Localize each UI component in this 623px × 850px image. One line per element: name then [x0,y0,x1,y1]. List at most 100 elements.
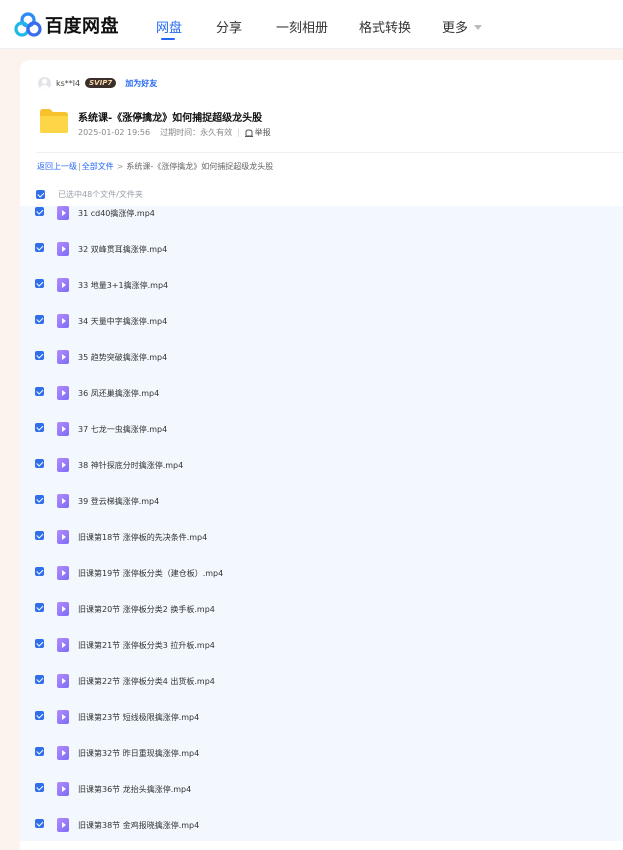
file-row[interactable]: 39 登云梯擒涨停.mp4 [20,494,623,531]
file-row[interactable]: 旧课第32节 昨日重现擒涨停.mp4 [20,746,623,783]
breadcrumb-current: 系统课-《涨停擒龙》如何捕捉超级龙头股 [126,162,274,171]
file-checkbox[interactable] [35,603,44,612]
file-row[interactable]: 旧课第19节 涨停板分类（建仓板）.mp4 [20,566,623,603]
file-checkbox[interactable] [35,387,44,396]
avatar[interactable] [38,76,51,90]
file-row[interactable]: 35 趋势突破擒涨停.mp4 [20,350,623,387]
file-name[interactable]: 旧课第18节 涨停板的先决条件.mp4 [78,532,207,543]
report-icon [244,128,253,137]
select-all-row: 已选中48个文件/文件夹 [36,189,143,200]
nav-share[interactable]: 分享 [216,17,242,36]
video-icon [57,746,69,760]
breadcrumb: 返回上一级|全部文件 > 系统课-《涨停擒龙》如何捕捉超级龙头股 [37,161,273,172]
file-row[interactable]: 旧课第21节 涨停板分类3 拉升板.mp4 [20,638,623,675]
file-checkbox[interactable] [35,567,44,576]
file-checkbox[interactable] [35,711,44,720]
file-row[interactable]: 34 天量中字擒涨停.mp4 [20,314,623,351]
file-row[interactable]: 38 神针探底分时擒涨停.mp4 [20,458,623,495]
file-name[interactable]: 35 趋势突破擒涨停.mp4 [78,352,167,363]
file-name[interactable]: 36 凤还巢擒涨停.mp4 [78,388,159,399]
file-checkbox[interactable] [35,783,44,792]
divider [36,152,623,153]
file-name[interactable]: 旧课第23节 短线极限擒涨停.mp4 [78,712,199,723]
file-checkbox[interactable] [35,639,44,648]
file-checkbox[interactable] [35,495,44,504]
nav-format-convert[interactable]: 格式转换 [359,17,411,36]
video-icon [57,386,69,400]
video-icon [57,710,69,724]
file-row[interactable]: 旧课第18节 涨停板的先决条件.mp4 [20,530,623,567]
breadcrumb-all-files[interactable]: 全部文件 [82,162,114,171]
video-icon [57,458,69,472]
file-name[interactable]: 39 登云梯擒涨停.mp4 [78,496,159,507]
file-row[interactable]: 37 七龙一虫擒涨停.mp4 [20,422,623,459]
file-checkbox[interactable] [35,243,44,252]
file-checkbox[interactable] [35,423,44,432]
nav-more-label: 更多 [442,21,469,36]
file-row[interactable]: 旧课第20节 涨停板分类2 换手板.mp4 [20,602,623,639]
file-row[interactable]: 旧课第38节 金鸡报晓擒涨停.mp4 [20,818,623,841]
video-icon [57,602,69,616]
vip-badge: SVIP7 [85,78,117,88]
folder-icon [40,109,68,133]
breadcrumb-back[interactable]: 返回上一级 [37,162,77,171]
file-checkbox[interactable] [35,531,44,540]
nav-more[interactable]: 更多 [442,17,483,36]
logo-text: 百度网盘 [45,16,119,37]
file-name[interactable]: 38 神针探底分时擒涨停.mp4 [78,460,183,471]
file-name[interactable]: 旧课第32节 昨日重现擒涨停.mp4 [78,748,199,759]
file-row[interactable]: 31 cd40擒涨停.mp4 [20,206,623,243]
file-row[interactable]: 旧课第23节 短线极限擒涨停.mp4 [20,710,623,747]
file-checkbox[interactable] [35,351,44,360]
file-name[interactable]: 37 七龙一虫擒涨停.mp4 [78,424,167,435]
video-icon [57,818,69,832]
file-name[interactable]: 32 双峰贯耳擒涨停.mp4 [78,244,167,255]
file-name[interactable]: 旧课第22节 涨停板分类4 出货板.mp4 [78,676,215,687]
share-meta: 2025-01-02 19:56 过期时间：永久有效 | 举报 [78,127,271,138]
file-name[interactable]: 31 cd40擒涨停.mp4 [78,208,155,219]
video-icon [57,278,69,292]
video-icon [57,530,69,544]
nav-netdisk[interactable]: 网盘 [156,17,182,36]
file-checkbox[interactable] [35,207,44,216]
report-label: 举报 [254,128,271,137]
file-name[interactable]: 旧课第36节 龙抬头擒涨停.mp4 [78,784,191,795]
nav-moment-album[interactable]: 一刻相册 [276,17,328,36]
video-icon [57,566,69,580]
add-friend-button[interactable]: 加为好友 [125,78,157,89]
expire-time: 过期时间：永久有效 [160,128,233,137]
video-icon [57,494,69,508]
report-button[interactable]: 举报 [244,127,271,138]
baidu-netdisk-logo[interactable]: 百度网盘 [14,12,119,38]
meta-divider: | [237,128,240,137]
file-checkbox[interactable] [35,675,44,684]
file-row[interactable]: 32 双峰贯耳擒涨停.mp4 [20,242,623,279]
file-checkbox[interactable] [35,459,44,468]
file-name[interactable]: 旧课第20节 涨停板分类2 换手板.mp4 [78,604,215,615]
file-row[interactable]: 33 地量3+1擒涨停.mp4 [20,278,623,315]
file-name[interactable]: 旧课第38节 金鸡报晓擒涨停.mp4 [78,820,199,831]
file-checkbox[interactable] [35,819,44,828]
file-row[interactable]: 旧课第36节 龙抬头擒涨停.mp4 [20,782,623,819]
video-icon [57,314,69,328]
logo-icon [14,12,42,37]
file-checkbox[interactable] [35,279,44,288]
file-name[interactable]: 34 天量中字擒涨停.mp4 [78,316,167,327]
video-icon [57,674,69,688]
username[interactable]: ks**l4 [56,79,80,88]
file-row[interactable]: 36 凤还巢擒涨停.mp4 [20,386,623,423]
video-icon [57,206,69,220]
selection-count: 已选中48个文件/文件夹 [58,190,143,199]
file-checkbox[interactable] [35,315,44,324]
top-navigation-bar: 百度网盘 网盘 分享 一刻相册 格式转换 更多 [0,0,623,49]
file-name[interactable]: 旧课第21节 涨停板分类3 拉升板.mp4 [78,640,215,651]
select-all-checkbox[interactable] [36,190,45,199]
file-name[interactable]: 33 地量3+1擒涨停.mp4 [78,280,168,291]
folder-title: 系统课-《涨停擒龙》如何捕捉超级龙头股 [78,113,263,124]
video-icon [57,350,69,364]
file-row[interactable]: 旧课第22节 涨停板分类4 出货板.mp4 [20,674,623,711]
file-checkbox[interactable] [35,747,44,756]
file-name[interactable]: 旧课第19节 涨停板分类（建仓板）.mp4 [78,568,223,579]
video-icon [57,638,69,652]
video-icon [57,782,69,796]
